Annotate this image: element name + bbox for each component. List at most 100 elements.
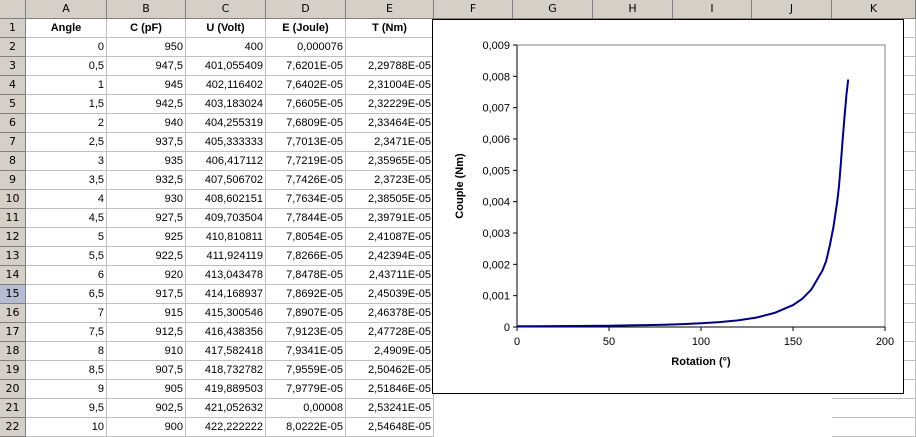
table-cell[interactable]: 402,116402 (186, 76, 266, 95)
table-cell[interactable]: 410,810811 (186, 228, 266, 247)
row-header-18[interactable]: 18 (0, 342, 26, 361)
row-header-13[interactable]: 13 (0, 247, 26, 266)
table-cell[interactable]: 6,5 (26, 285, 107, 304)
table-cell[interactable]: 419,889503 (186, 380, 266, 399)
table-cell[interactable]: 925 (107, 228, 186, 247)
table-cell[interactable]: 7,9123E-05 (266, 323, 346, 342)
table-cell[interactable]: 2,39791E-05 (346, 209, 434, 228)
table-cell[interactable]: 417,582418 (186, 342, 266, 361)
column-header-f[interactable]: F (434, 0, 513, 19)
column-header-i[interactable]: I (673, 0, 752, 19)
table-cell[interactable]: 920 (107, 266, 186, 285)
table-cell[interactable]: 10 (26, 418, 107, 437)
column-header-g[interactable]: G (513, 0, 593, 19)
table-cell[interactable]: 900 (107, 418, 186, 437)
table-cell[interactable]: 0 (26, 38, 107, 57)
table-cell[interactable]: 2,54648E-05 (346, 418, 434, 437)
table-cell[interactable]: 7,6809E-05 (266, 114, 346, 133)
table-cell[interactable]: 2,50462E-05 (346, 361, 434, 380)
row-header-17[interactable]: 17 (0, 323, 26, 342)
table-cell[interactable]: 915 (107, 304, 186, 323)
table-cell[interactable]: 7,6402E-05 (266, 76, 346, 95)
column-title-cell[interactable]: U (Volt) (186, 19, 266, 38)
row-header-7[interactable]: 7 (0, 133, 26, 152)
table-cell[interactable]: 407,506702 (186, 171, 266, 190)
row-header-8[interactable]: 8 (0, 152, 26, 171)
column-header-b[interactable]: B (107, 0, 186, 19)
table-cell[interactable]: 7,6605E-05 (266, 95, 346, 114)
table-cell[interactable]: 2,45039E-05 (346, 285, 434, 304)
table-cell[interactable]: 7,6201E-05 (266, 57, 346, 76)
table-cell[interactable]: 5 (26, 228, 107, 247)
row-header-12[interactable]: 12 (0, 228, 26, 247)
table-cell[interactable]: 7,9779E-05 (266, 380, 346, 399)
table-cell[interactable]: 910 (107, 342, 186, 361)
table-cell[interactable]: 2,4909E-05 (346, 342, 434, 361)
table-cell[interactable]: 0,000076 (266, 38, 346, 57)
table-cell[interactable]: 2 (26, 114, 107, 133)
table-cell[interactable]: 8,5 (26, 361, 107, 380)
table-cell[interactable]: 7,7426E-05 (266, 171, 346, 190)
table-cell[interactable]: 5,5 (26, 247, 107, 266)
row-header-6[interactable]: 6 (0, 114, 26, 133)
column-title-cell[interactable]: Angle (26, 19, 107, 38)
row-header-4[interactable]: 4 (0, 76, 26, 95)
table-cell[interactable]: 942,5 (107, 95, 186, 114)
table-cell[interactable]: 935 (107, 152, 186, 171)
table-cell[interactable]: 7,7219E-05 (266, 152, 346, 171)
table-cell[interactable]: 6 (26, 266, 107, 285)
table-cell[interactable]: 2,32229E-05 (346, 95, 434, 114)
table-cell[interactable]: 7,7844E-05 (266, 209, 346, 228)
table-cell[interactable]: 7,8266E-05 (266, 247, 346, 266)
table-cell[interactable]: 930 (107, 190, 186, 209)
table-cell[interactable]: 2,29788E-05 (346, 57, 434, 76)
table-cell[interactable]: 0,5 (26, 57, 107, 76)
table-cell[interactable]: 7,9559E-05 (266, 361, 346, 380)
table-cell[interactable]: 940 (107, 114, 186, 133)
table-cell[interactable]: 8,0222E-05 (266, 418, 346, 437)
column-header-d[interactable]: D (266, 0, 346, 19)
table-cell[interactable]: 917,5 (107, 285, 186, 304)
table-cell[interactable]: 945 (107, 76, 186, 95)
row-header-19[interactable]: 19 (0, 361, 26, 380)
table-cell[interactable]: 411,924119 (186, 247, 266, 266)
table-cell[interactable]: 8 (26, 342, 107, 361)
table-cell[interactable]: 7,8054E-05 (266, 228, 346, 247)
empty-cell[interactable] (832, 418, 916, 437)
row-header-16[interactable]: 16 (0, 304, 26, 323)
table-cell[interactable]: 907,5 (107, 361, 186, 380)
table-cell[interactable]: 937,5 (107, 133, 186, 152)
row-header-2[interactable]: 2 (0, 38, 26, 57)
table-cell[interactable]: 3 (26, 152, 107, 171)
row-header-1[interactable]: 1 (0, 19, 26, 38)
table-cell[interactable]: 7,9341E-05 (266, 342, 346, 361)
table-cell[interactable]: 7 (26, 304, 107, 323)
table-cell[interactable]: 1,5 (26, 95, 107, 114)
column-header-c[interactable]: C (186, 0, 266, 19)
table-cell[interactable]: 2,33464E-05 (346, 114, 434, 133)
table-cell[interactable]: 404,255319 (186, 114, 266, 133)
table-cell[interactable]: 1 (26, 76, 107, 95)
table-cell[interactable]: 2,41087E-05 (346, 228, 434, 247)
table-cell[interactable]: 2,31004E-05 (346, 76, 434, 95)
table-cell[interactable]: 403,183024 (186, 95, 266, 114)
table-cell[interactable]: 2,43711E-05 (346, 266, 434, 285)
table-cell[interactable]: 2,3471E-05 (346, 133, 434, 152)
column-title-cell[interactable]: E (Joule) (266, 19, 346, 38)
table-cell[interactable]: 413,043478 (186, 266, 266, 285)
table-cell[interactable]: 932,5 (107, 171, 186, 190)
select-all-corner[interactable] (0, 0, 26, 19)
row-header-22[interactable]: 22 (0, 418, 26, 437)
column-header-k[interactable]: K (832, 0, 916, 19)
table-cell[interactable]: 400 (186, 38, 266, 57)
table-cell[interactable]: 947,5 (107, 57, 186, 76)
row-header-20[interactable]: 20 (0, 380, 26, 399)
table-cell[interactable]: 2,46378E-05 (346, 304, 434, 323)
chart-object[interactable]: 0 0,001 0,002 0,003 0,004 0,005 0,006 0,007 0,00… (432, 19, 904, 394)
column-title-cell[interactable]: C (pF) (107, 19, 186, 38)
table-cell[interactable]: 2,51846E-05 (346, 380, 434, 399)
table-cell[interactable]: 406,417112 (186, 152, 266, 171)
row-header-10[interactable]: 10 (0, 190, 26, 209)
table-cell[interactable]: 2,42394E-05 (346, 247, 434, 266)
table-cell[interactable]: 2,38505E-05 (346, 190, 434, 209)
